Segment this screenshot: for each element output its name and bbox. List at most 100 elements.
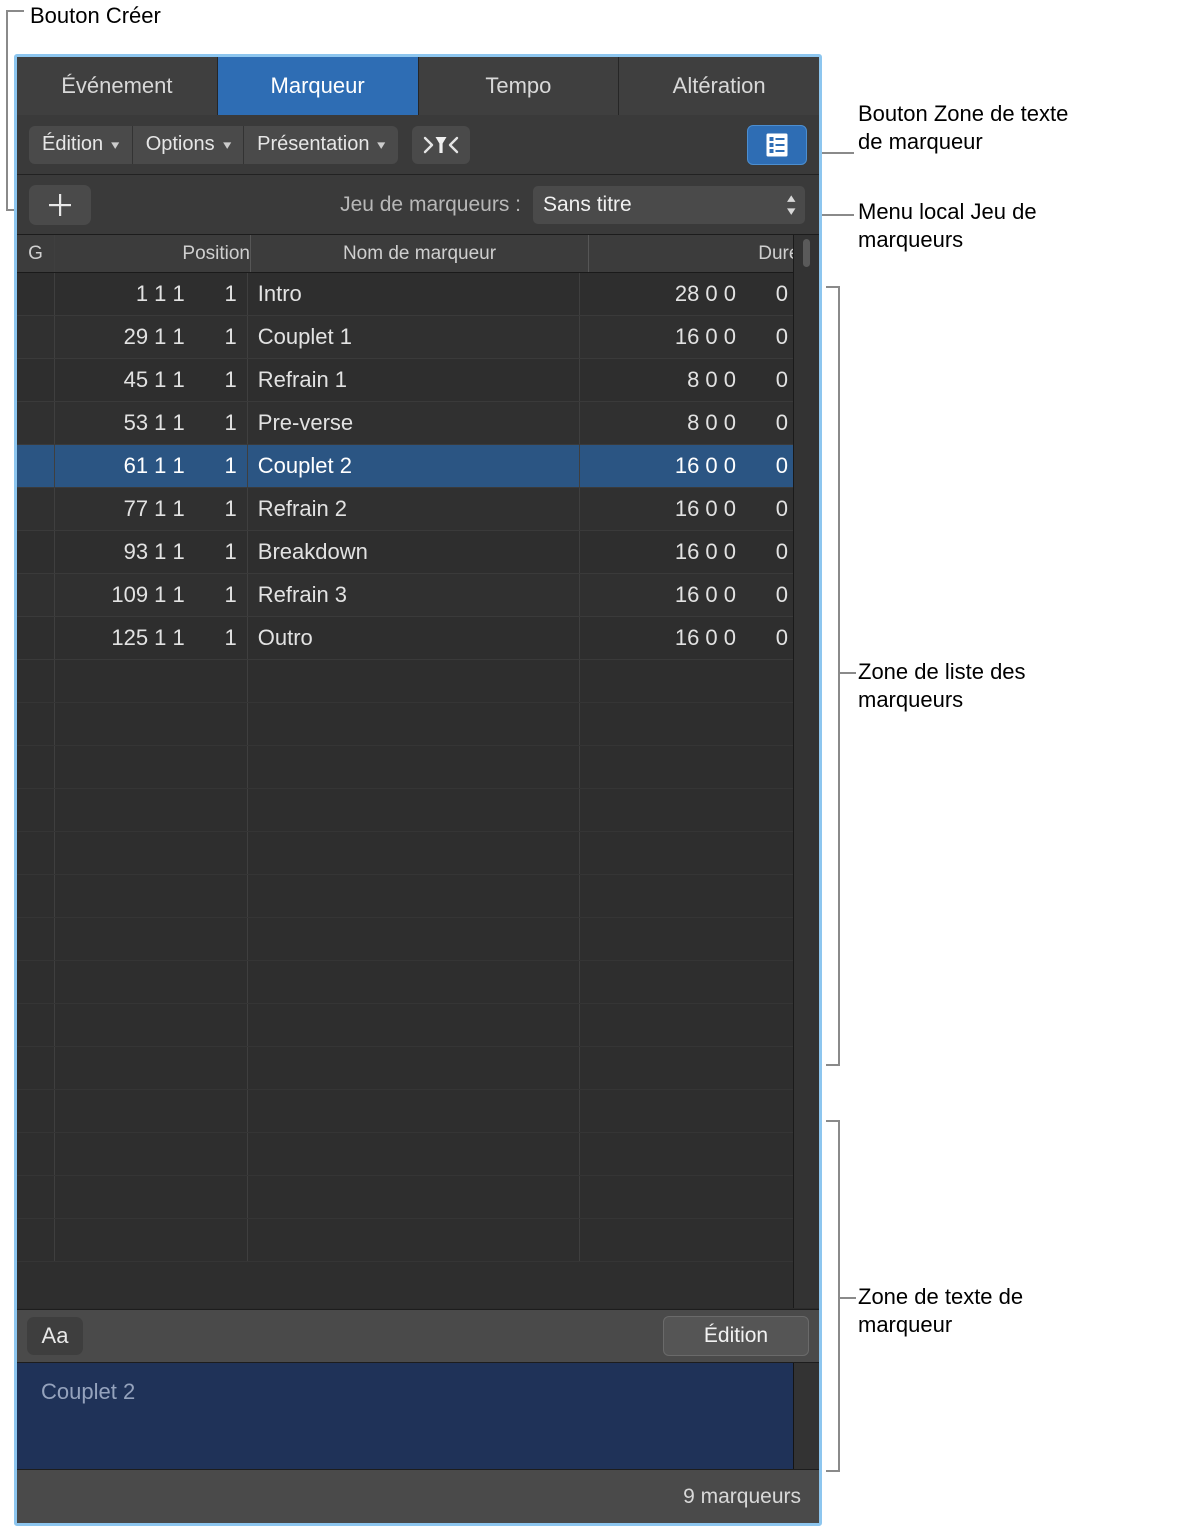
position-ticks: 1: [224, 625, 237, 650]
table-header: G Position Nom de marqueur Durée: [17, 235, 819, 273]
cell-group[interactable]: [17, 488, 55, 530]
empty-row[interactable]: [17, 660, 819, 703]
empty-row[interactable]: [17, 789, 819, 832]
cell-marker-name[interactable]: Intro: [248, 273, 581, 315]
cell-position[interactable]: 29 1 1 1: [55, 316, 248, 358]
cell-marker-name[interactable]: Outro: [248, 617, 581, 659]
empty-row[interactable]: [17, 875, 819, 918]
empty-row[interactable]: [17, 961, 819, 1004]
cell-group[interactable]: [17, 574, 55, 616]
position-bars: 1 1 1: [135, 281, 185, 306]
empty-row[interactable]: [17, 703, 819, 746]
marker-count-label: 9 marqueurs: [683, 1484, 801, 1508]
create-marker-button[interactable]: [29, 184, 91, 225]
empty-cell: [17, 918, 55, 960]
table-row[interactable]: 125 1 1 1 Outro 16 0 0 0: [17, 617, 819, 660]
cell-marker-name[interactable]: Couplet 2: [248, 445, 581, 487]
empty-row[interactable]: [17, 832, 819, 875]
empty-cell: [55, 832, 248, 874]
duration-bars: 28 0 0: [674, 281, 737, 306]
cell-duration[interactable]: 8 0 0 0: [580, 402, 800, 444]
position-ticks: 1: [224, 324, 237, 349]
column-header-duration[interactable]: Durée: [589, 235, 811, 272]
empty-row[interactable]: [17, 1133, 819, 1176]
table-row[interactable]: 29 1 1 1 Couplet 1 16 0 0 0: [17, 316, 819, 359]
empty-cell: [17, 1047, 55, 1089]
table-row[interactable]: 53 1 1 1 Pre-verse 8 0 0 0: [17, 402, 819, 445]
empty-row[interactable]: [17, 1219, 819, 1262]
cell-position[interactable]: 109 1 1 1: [55, 574, 248, 616]
marker-text-area-toggle-button[interactable]: [747, 124, 807, 165]
cell-position[interactable]: 61 1 1 1: [55, 445, 248, 487]
cell-group[interactable]: [17, 316, 55, 358]
cell-group[interactable]: [17, 617, 55, 659]
duration-ticks: 0: [775, 367, 789, 392]
cell-marker-name[interactable]: Breakdown: [248, 531, 581, 573]
table-row[interactable]: 61 1 1 1 Couplet 2 16 0 0 0: [17, 445, 819, 488]
cell-group[interactable]: [17, 273, 55, 315]
menu-options[interactable]: Options ▾: [132, 125, 245, 164]
cell-group[interactable]: [17, 445, 55, 487]
position-ticks: 1: [224, 582, 237, 607]
empty-cell: [17, 1090, 55, 1132]
marker-list-scrollbar[interactable]: [793, 235, 819, 1308]
cell-duration[interactable]: 8 0 0 0: [580, 359, 800, 401]
font-button[interactable]: Aa: [27, 1317, 83, 1355]
marker-text-area[interactable]: Couplet 2: [17, 1363, 819, 1469]
marker-text-scrollbar[interactable]: [793, 1363, 819, 1469]
table-row[interactable]: 77 1 1 1 Refrain 2 16 0 0 0: [17, 488, 819, 531]
tab-marqueur[interactable]: Marqueur: [217, 57, 419, 115]
table-row[interactable]: 109 1 1 1 Refrain 3 16 0 0 0: [17, 574, 819, 617]
empty-row[interactable]: [17, 1047, 819, 1090]
cell-marker-name[interactable]: Couplet 1: [248, 316, 581, 358]
marker-set-popup-menu[interactable]: Sans titre ▴ ▾: [533, 185, 805, 224]
cell-position[interactable]: 77 1 1 1: [55, 488, 248, 530]
text-edit-button[interactable]: Édition: [663, 1316, 809, 1356]
cell-duration[interactable]: 16 0 0 0: [580, 531, 800, 573]
cell-position[interactable]: 1 1 1 1: [55, 273, 248, 315]
table-row[interactable]: 93 1 1 1 Breakdown 16 0 0 0: [17, 531, 819, 574]
menu-edition[interactable]: Édition ▾: [29, 125, 133, 164]
cell-duration[interactable]: 16 0 0 0: [580, 574, 800, 616]
cell-marker-name[interactable]: Refrain 3: [248, 574, 581, 616]
table-row[interactable]: 1 1 1 1 Intro 28 0 0 0: [17, 273, 819, 316]
empty-row[interactable]: [17, 918, 819, 961]
column-header-name[interactable]: Nom de marqueur: [251, 235, 589, 272]
empty-cell: [248, 1133, 581, 1175]
empty-cell: [580, 1219, 800, 1261]
empty-cell: [580, 789, 800, 831]
cell-duration[interactable]: 16 0 0 0: [580, 488, 800, 530]
callout-marker-list-area: Zone de liste des marqueurs: [858, 659, 1026, 713]
empty-row[interactable]: [17, 1176, 819, 1219]
empty-row[interactable]: [17, 746, 819, 789]
scrollbar-thumb[interactable]: [803, 239, 810, 267]
leader-marker-list-bracket: [838, 286, 840, 1066]
cell-position[interactable]: 45 1 1 1: [55, 359, 248, 401]
tab-evenement[interactable]: Événement: [17, 57, 218, 115]
menu-presentation[interactable]: Présentation ▾: [244, 125, 398, 164]
column-header-g[interactable]: G: [17, 235, 55, 272]
cell-duration[interactable]: 16 0 0 0: [580, 617, 800, 659]
cell-position[interactable]: 125 1 1 1: [55, 617, 248, 659]
table-row[interactable]: 45 1 1 1 Refrain 1 8 0 0 0: [17, 359, 819, 402]
cell-marker-name[interactable]: Pre-verse: [248, 402, 581, 444]
column-header-position[interactable]: Position: [55, 235, 251, 272]
empty-cell: [580, 703, 800, 745]
tab-alteration[interactable]: Altération: [619, 57, 819, 115]
cell-duration[interactable]: 28 0 0 0: [580, 273, 800, 315]
cell-duration[interactable]: 16 0 0 0: [580, 316, 800, 358]
marker-list-area[interactable]: 1 1 1 1 Intro 28 0 0 0 29 1 1 1 Couplet 1 16 0 0…: [17, 273, 819, 1308]
empty-row[interactable]: [17, 1090, 819, 1133]
cell-group[interactable]: [17, 531, 55, 573]
cell-duration[interactable]: 16 0 0 0: [580, 445, 800, 487]
tab-tempo[interactable]: Tempo: [418, 57, 620, 115]
cell-position[interactable]: 53 1 1 1: [55, 402, 248, 444]
marker-text-content[interactable]: Couplet 2: [17, 1363, 793, 1469]
funnel-filter-button[interactable]: [411, 125, 470, 164]
cell-group[interactable]: [17, 359, 55, 401]
cell-position[interactable]: 93 1 1 1: [55, 531, 248, 573]
cell-marker-name[interactable]: Refrain 2: [248, 488, 581, 530]
empty-row[interactable]: [17, 1004, 819, 1047]
cell-marker-name[interactable]: Refrain 1: [248, 359, 581, 401]
cell-group[interactable]: [17, 402, 55, 444]
